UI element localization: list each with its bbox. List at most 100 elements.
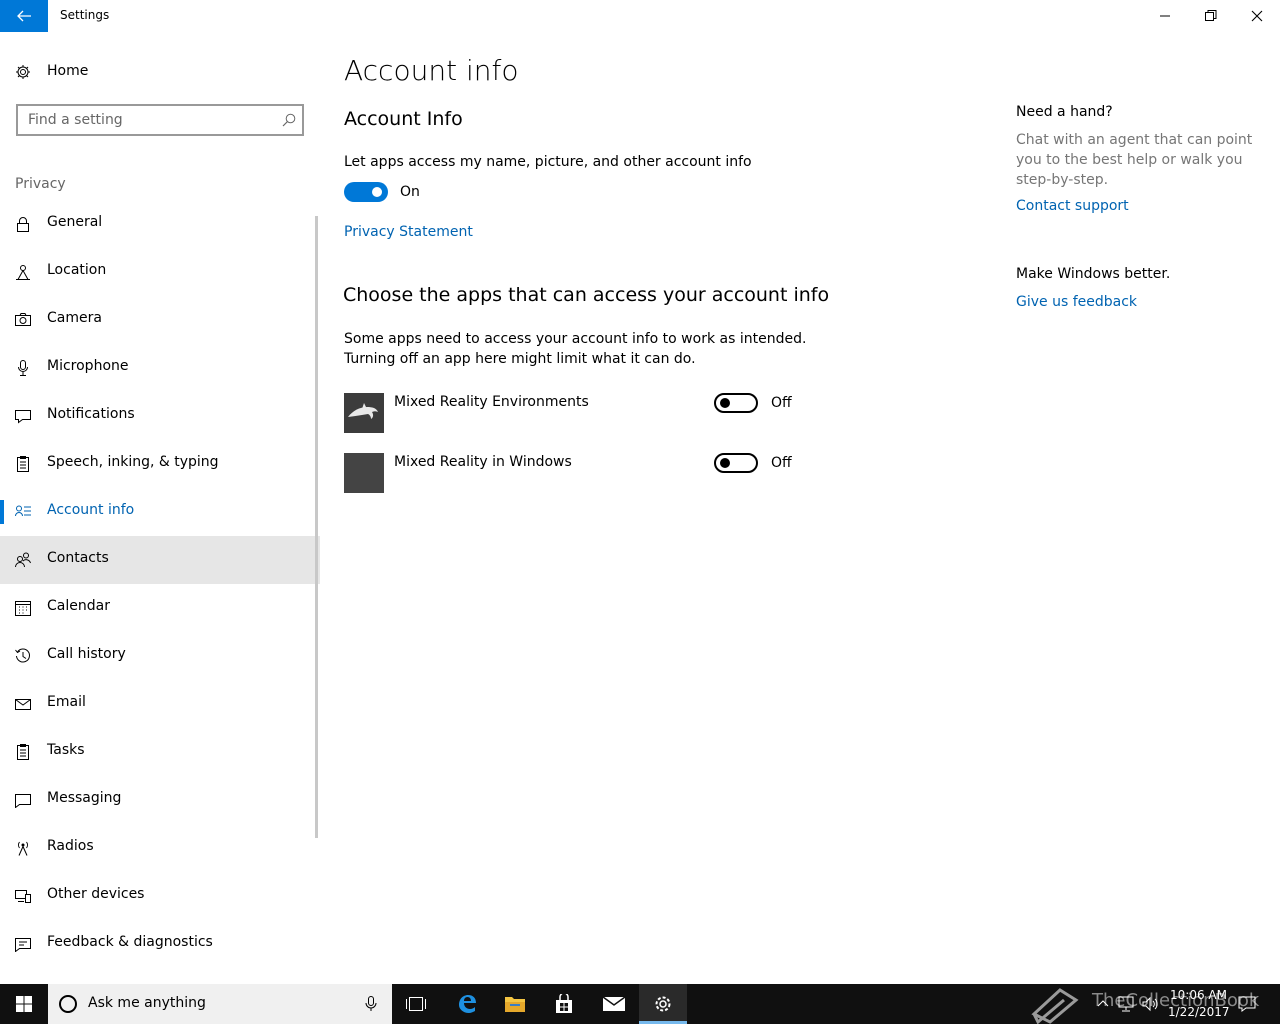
search-icon[interactable] xyxy=(282,113,296,127)
sidebar-item-label: General xyxy=(47,214,103,230)
sidebar-item-label: Notifications xyxy=(47,406,135,422)
home-label: Home xyxy=(47,63,89,79)
contact-support-link[interactable]: Contact support xyxy=(1016,198,1129,214)
cortana-icon xyxy=(59,995,77,1013)
section-title: Account Info xyxy=(344,108,463,130)
notifications-icon xyxy=(15,410,31,424)
camera-icon xyxy=(15,313,31,326)
minimize-icon xyxy=(1160,15,1170,17)
sidebar-scrollbar[interactable] xyxy=(315,216,318,838)
mail-button[interactable] xyxy=(590,984,638,1024)
radios-icon xyxy=(18,841,28,856)
sidebar-item-label: Contacts xyxy=(47,550,109,566)
sidebar-item-messaging[interactable]: Messaging xyxy=(0,776,320,824)
calendar-icon xyxy=(15,601,31,616)
toggle-state-label: On xyxy=(400,184,420,200)
toggle-knob xyxy=(372,187,382,197)
clock-date[interactable]: 1/22/2017 xyxy=(1168,1005,1230,1019)
messaging-icon xyxy=(15,794,31,808)
sidebar-item-radios[interactable]: Radios xyxy=(0,824,320,872)
sidebar-item-label: Tasks xyxy=(47,742,85,758)
chevron-up-icon[interactable] xyxy=(1096,996,1110,1010)
back-button[interactable] xyxy=(0,0,48,32)
sidebar-item-notifications[interactable]: Notifications xyxy=(0,392,320,440)
speech-icon xyxy=(17,456,29,472)
close-button[interactable] xyxy=(1234,0,1280,32)
restore-button[interactable] xyxy=(1188,0,1234,32)
sidebar-item-microphone[interactable]: Microphone xyxy=(0,344,320,392)
selection-indicator xyxy=(0,500,4,524)
history-icon xyxy=(15,648,30,663)
window-title: Settings xyxy=(60,8,110,22)
section-label-privacy: Privacy xyxy=(15,176,66,192)
privacy-statement-link[interactable]: Privacy Statement xyxy=(344,224,473,240)
app-name: Mixed Reality in Windows xyxy=(394,454,572,470)
sidebar-item-tasks[interactable]: Tasks xyxy=(0,728,320,776)
sidebar-item-feedback-diagnostics[interactable]: Feedback & diagnostics xyxy=(0,920,320,968)
sidebar-item-other-devices[interactable]: Other devices xyxy=(0,872,320,920)
action-center-icon[interactable] xyxy=(1238,996,1256,1012)
account-info-toggle[interactable] xyxy=(344,182,388,202)
sidebar-item-label: Camera xyxy=(47,310,102,326)
feedback-icon xyxy=(15,938,31,952)
store-button[interactable] xyxy=(540,984,588,1024)
help-text-line-3: step-by-step. xyxy=(1016,172,1109,188)
sidebar-item-location[interactable]: Location xyxy=(0,248,320,296)
app-icon-mixed-reality-in-windows xyxy=(344,453,384,493)
home-nav-item[interactable]: Home xyxy=(0,56,320,88)
lock-icon xyxy=(17,217,29,232)
title-bar: Settings xyxy=(0,0,1280,32)
toggle-knob xyxy=(720,458,730,468)
gear-icon xyxy=(16,65,30,79)
windows-logo-icon xyxy=(16,996,32,1012)
apps-heading: Choose the apps that can access your acc… xyxy=(343,284,830,306)
microphone-icon[interactable] xyxy=(364,996,378,1012)
start-button[interactable] xyxy=(0,984,48,1024)
task-view-button[interactable] xyxy=(392,984,440,1024)
apps-description-line-1: Some apps need to access your account in… xyxy=(344,331,807,347)
file-explorer-button[interactable] xyxy=(491,984,539,1024)
settings-taskbar-button[interactable] xyxy=(639,984,687,1024)
apps-description-line-2: Turning off an app here might limit what… xyxy=(344,351,696,367)
sidebar-item-call-history[interactable]: Call history xyxy=(0,632,320,680)
sidebar-item-label: Call history xyxy=(47,646,126,662)
folder-icon xyxy=(505,997,525,1012)
sidebar-item-label: Microphone xyxy=(47,358,129,374)
feedback-heading: Make Windows better. xyxy=(1016,266,1171,282)
watermark-book-icon xyxy=(1031,988,1079,1024)
sidebar-item-speech[interactable]: Speech, inking, & typing xyxy=(0,440,320,488)
sidebar-item-camera[interactable]: Camera xyxy=(0,296,320,344)
network-icon[interactable] xyxy=(1118,996,1134,1012)
clock-time[interactable]: 10:06 AM xyxy=(1170,988,1227,1002)
gear-icon xyxy=(655,996,671,1012)
edge-icon xyxy=(459,995,476,1013)
taskbar: Ask me anything TheCollectionBook 10:06 … xyxy=(0,984,1280,1024)
restore-icon xyxy=(1205,10,1217,21)
help-heading: Need a hand? xyxy=(1016,104,1113,120)
privacy-nav-list: General Location Camera Microphone Notif… xyxy=(0,200,320,968)
tasks-icon xyxy=(17,744,29,760)
sidebar-item-general[interactable]: General xyxy=(0,200,320,248)
app-name: Mixed Reality Environments xyxy=(394,394,589,410)
give-feedback-link[interactable]: Give us feedback xyxy=(1016,294,1137,310)
edge-taskbar-button[interactable] xyxy=(443,984,491,1024)
devices-icon xyxy=(15,890,31,903)
sidebar-item-label: Calendar xyxy=(47,598,110,614)
help-text-line-2: you to the best help or walk you xyxy=(1016,152,1243,168)
sidebar-item-email[interactable]: Email xyxy=(0,680,320,728)
account-info-icon xyxy=(15,505,31,517)
sidebar-item-contacts[interactable]: Contacts xyxy=(0,536,320,584)
task-view-icon xyxy=(406,997,426,1011)
app-toggle-mixed-reality-in-windows[interactable] xyxy=(714,453,758,473)
volume-icon[interactable] xyxy=(1142,996,1158,1012)
search-placeholder: Find a setting xyxy=(28,112,123,128)
search-input[interactable]: Find a setting xyxy=(16,104,304,136)
minimize-button[interactable] xyxy=(1142,0,1188,32)
app-icon-mixed-reality-environments xyxy=(344,393,384,433)
mail-icon xyxy=(602,996,626,1011)
sidebar-item-calendar[interactable]: Calendar xyxy=(0,584,320,632)
sidebar-item-account-info[interactable]: Account info xyxy=(0,488,320,536)
app-toggle-state: Off xyxy=(771,455,792,471)
app-toggle-mixed-reality-environments[interactable] xyxy=(714,393,758,413)
cortana-search-box[interactable]: Ask me anything xyxy=(48,984,392,1024)
